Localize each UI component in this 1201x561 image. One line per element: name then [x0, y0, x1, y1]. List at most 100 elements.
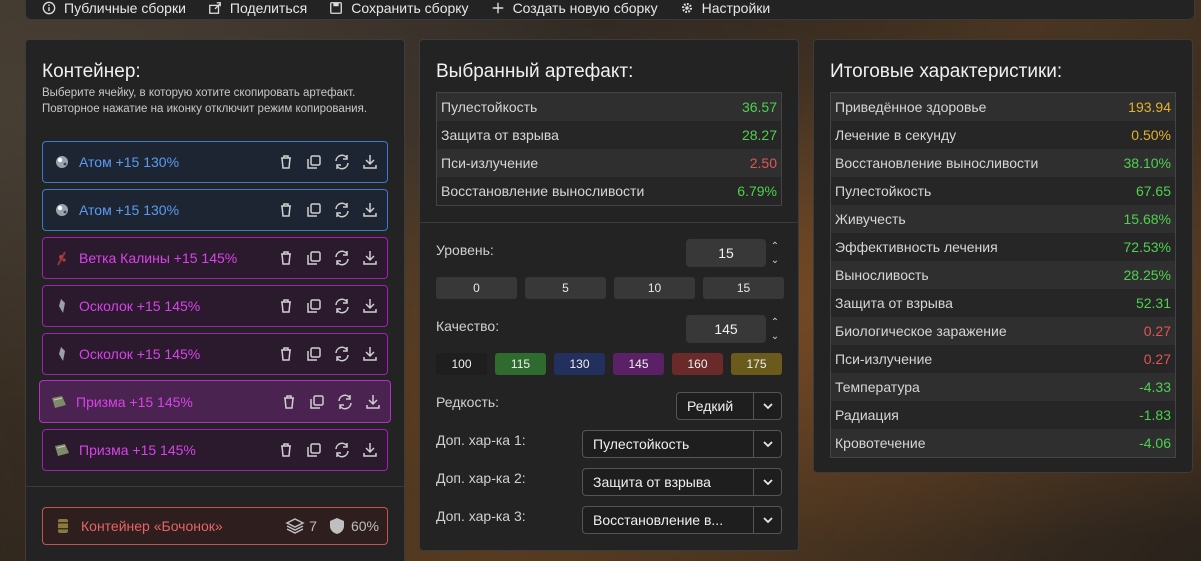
extra-stat-3-select[interactable]: Восстановление в... — [582, 506, 782, 534]
stat-value: 0.27 — [1143, 351, 1171, 367]
stat-label: Радиация — [835, 407, 899, 423]
stat-label: Выносливость — [835, 267, 929, 283]
copy-icon[interactable] — [305, 249, 323, 267]
layers-icon — [285, 518, 305, 534]
swap-icon[interactable] — [333, 153, 351, 171]
container-slot-6[interactable]: Призма +15 145% — [39, 380, 391, 423]
extra-stat-3-value: Восстановление в... — [593, 512, 724, 528]
copy-icon[interactable] — [305, 441, 323, 459]
download-icon[interactable] — [361, 345, 379, 363]
container-box-selector[interactable]: Контейнер «Бочонок» 7 60% — [42, 507, 388, 545]
container-slot-1[interactable]: Атом +15 130% — [42, 141, 388, 183]
download-icon[interactable] — [361, 201, 379, 219]
new-build-button[interactable]: Создать новую сборку — [491, 0, 658, 16]
artifact-title: Выбранный артефакт: — [436, 61, 634, 82]
swap-icon[interactable] — [333, 297, 351, 315]
quality-preset-145[interactable]: 145 — [613, 353, 664, 375]
swap-icon[interactable] — [336, 393, 354, 411]
quality-increment-icon[interactable]: ⌃ — [769, 317, 781, 329]
download-icon[interactable] — [361, 441, 379, 459]
swap-icon[interactable] — [333, 249, 351, 267]
download-icon[interactable] — [364, 393, 382, 411]
stat-row: Температура -4.33 — [831, 373, 1175, 401]
trash-icon[interactable] — [277, 441, 295, 459]
save-build-button[interactable]: Сохранить сборку — [329, 0, 469, 16]
trash-icon[interactable] — [277, 249, 295, 267]
copy-icon[interactable] — [308, 393, 326, 411]
swap-icon[interactable] — [333, 201, 351, 219]
trash-icon[interactable] — [277, 153, 295, 171]
trash-icon[interactable] — [277, 345, 295, 363]
quality-decrement-icon[interactable]: ⌄ — [769, 331, 781, 343]
public-builds-button[interactable]: Публичные сборки — [42, 0, 186, 16]
quality-input[interactable]: 145 — [686, 315, 766, 343]
container-slot-7[interactable]: Призма +15 145% — [42, 429, 388, 471]
share-button[interactable]: Поделиться — [208, 0, 307, 16]
quality-label: Качество: — [436, 318, 500, 334]
quality-presets: 100 115 130 145 160 175 — [436, 353, 782, 375]
plus-icon — [492, 2, 503, 14]
stat-value: 72.53% — [1123, 239, 1171, 255]
copy-icon[interactable] — [305, 297, 323, 315]
download-icon[interactable] — [361, 153, 379, 171]
quality-preset-115[interactable]: 115 — [495, 353, 546, 375]
trash-icon[interactable] — [280, 393, 298, 411]
extra-stat-2-select[interactable]: Защита от взрыва — [582, 468, 782, 496]
slot-name: Атом +15 130% — [79, 202, 180, 218]
container-slot-4[interactable]: Осколок +15 145% — [42, 285, 388, 327]
quality-preset-100[interactable]: 100 — [436, 353, 487, 375]
quality-preset-175[interactable]: 175 — [731, 353, 782, 375]
copy-icon[interactable] — [305, 201, 323, 219]
copy-icon[interactable] — [305, 345, 323, 363]
settings-button[interactable]: Настройки — [680, 0, 770, 16]
swap-icon[interactable] — [333, 441, 351, 459]
rarity-select[interactable]: Редкий — [676, 392, 782, 420]
level-label: Уровень: — [436, 242, 494, 258]
stat-label: Приведённое здоровье — [835, 99, 987, 115]
container-title: Контейнер: — [42, 61, 141, 82]
trash-icon[interactable] — [277, 201, 295, 219]
level-preset-10[interactable]: 10 — [614, 277, 695, 299]
stat-value: -1.83 — [1139, 407, 1171, 423]
download-icon[interactable] — [361, 249, 379, 267]
extra-stat-1-select[interactable]: Пулестойкость — [582, 430, 782, 458]
extra-stat-1-label: Доп. хар-ка 1: — [436, 432, 526, 448]
trash-icon[interactable] — [277, 297, 295, 315]
stat-value: 0.27 — [1143, 323, 1171, 339]
stat-label: Пулестойкость — [835, 183, 932, 199]
stat-label: Защита от взрыва — [441, 127, 559, 143]
stat-value: 28.25% — [1123, 267, 1171, 283]
top-toolbar: Публичные сборки Поделиться Сохранить сб… — [25, 0, 1195, 20]
stat-row: Защита от взрыва 28.27 — [437, 121, 781, 149]
public-builds-label: Публичные сборки — [64, 0, 186, 16]
share-icon — [209, 2, 221, 14]
level-increment-icon[interactable]: ⌃ — [769, 241, 781, 253]
prism-artifact-icon — [52, 395, 66, 408]
slot-name: Ветка Калины +15 145% — [79, 250, 238, 266]
swap-icon[interactable] — [333, 345, 351, 363]
quality-preset-130[interactable]: 130 — [554, 353, 605, 375]
level-preset-0[interactable]: 0 — [436, 277, 517, 299]
download-icon[interactable] — [361, 297, 379, 315]
stat-row: Пулестойкость 36.57 — [437, 93, 781, 121]
level-input[interactable]: 15 — [686, 239, 766, 267]
level-decrement-icon[interactable]: ⌄ — [769, 255, 781, 267]
level-preset-15[interactable]: 15 — [703, 277, 784, 299]
totals-stats-table: Приведённое здоровье 193.94 Лечение в сек… — [830, 92, 1176, 458]
atom-artifact-icon — [56, 204, 68, 216]
container-slot-2[interactable]: Атом +15 130% — [42, 189, 388, 231]
slot-name: Осколок +15 145% — [79, 346, 201, 362]
stat-row: Восстановление выносливости 6.79% — [437, 177, 781, 205]
container-slot-3[interactable]: Ветка Калины +15 145% — [42, 237, 388, 279]
quality-preset-160[interactable]: 160 — [672, 353, 723, 375]
copy-icon[interactable] — [305, 153, 323, 171]
stat-value: 28.27 — [741, 127, 777, 143]
stat-row: Пулестойкость 67.65 — [831, 177, 1175, 205]
shield-icon — [329, 518, 344, 534]
atom-artifact-icon — [56, 156, 68, 168]
stat-value: 15.68% — [1123, 211, 1171, 227]
level-preset-5[interactable]: 5 — [525, 277, 606, 299]
container-slot-5[interactable]: Осколок +15 145% — [42, 333, 388, 375]
container-capacity: 7 — [285, 516, 317, 536]
prism-artifact-icon — [55, 444, 69, 456]
